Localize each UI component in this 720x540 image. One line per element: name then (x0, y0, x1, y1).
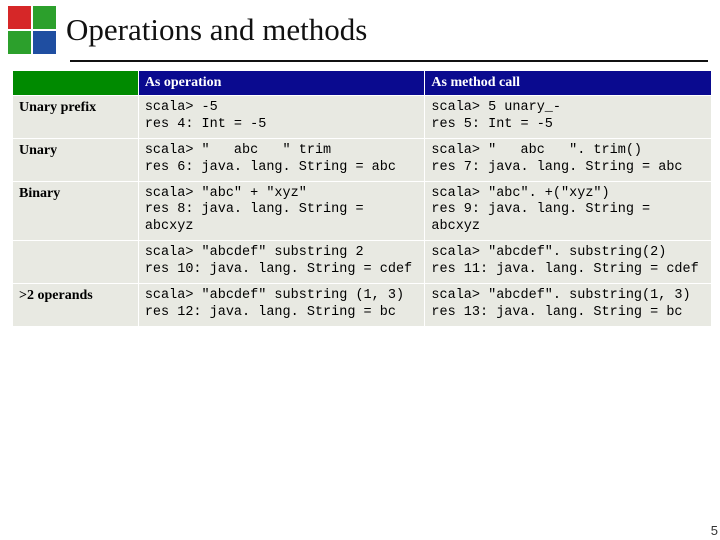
table-row: Binary scala> "abc" + "xyz" res 8: java.… (13, 181, 712, 241)
cell-operation: scala> "abcdef" substring (1, 3) res 12:… (138, 283, 425, 326)
row-label: Unary prefix (13, 96, 139, 139)
logo-square-tr (33, 6, 56, 29)
row-label (13, 241, 139, 284)
table-header-operation: As operation (138, 71, 425, 96)
cell-operation: scala> "abcdef" substring 2 res 10: java… (138, 241, 425, 284)
cell-operation: scala> "abc" + "xyz" res 8: java. lang. … (138, 181, 425, 241)
code-snippet: scala> "abcdef". substring(2) res 11: ja… (431, 245, 705, 279)
code-snippet: scala> "abc". +("xyz") res 9: java. lang… (431, 186, 705, 237)
logo-square-bl (8, 31, 31, 54)
slide-logo-icon (8, 6, 56, 54)
cell-method: scala> 5 unary_- res 5: Int = -5 (425, 96, 712, 139)
row-label: >2 operands (13, 283, 139, 326)
page-title: Operations and methods (66, 12, 367, 48)
logo-square-tl (8, 6, 31, 29)
page-number: 5 (711, 523, 718, 538)
table-header-row: As operation As method call (13, 71, 712, 96)
code-snippet: scala> "abcdef" substring (1, 3) res 12:… (145, 288, 419, 322)
code-snippet: scala> "abcdef". substring(1, 3) res 13:… (431, 288, 705, 322)
cell-method: scala> "abcdef". substring(1, 3) res 13:… (425, 283, 712, 326)
table-row: scala> "abcdef" substring 2 res 10: java… (13, 241, 712, 284)
title-row: Operations and methods (0, 0, 720, 60)
code-snippet: scala> " abc " trim res 6: java. lang. S… (145, 143, 419, 177)
table-header-corner (13, 71, 139, 96)
table-row: >2 operands scala> "abcdef" substring (1… (13, 283, 712, 326)
code-snippet: scala> "abcdef" substring 2 res 10: java… (145, 245, 419, 279)
table-row: Unary prefix scala> -5 res 4: Int = -5 s… (13, 96, 712, 139)
cell-method: scala> "abcdef". substring(2) res 11: ja… (425, 241, 712, 284)
cell-operation: scala> " abc " trim res 6: java. lang. S… (138, 138, 425, 181)
code-snippet: scala> " abc ". trim() res 7: java. lang… (431, 143, 705, 177)
code-snippet: scala> 5 unary_- res 5: Int = -5 (431, 100, 705, 134)
table-header-method: As method call (425, 71, 712, 96)
cell-operation: scala> -5 res 4: Int = -5 (138, 96, 425, 139)
row-label: Binary (13, 181, 139, 241)
cell-method: scala> "abc". +("xyz") res 9: java. lang… (425, 181, 712, 241)
code-snippet: scala> -5 res 4: Int = -5 (145, 100, 419, 134)
logo-square-br (33, 31, 56, 54)
title-divider (70, 60, 708, 62)
cell-method: scala> " abc ". trim() res 7: java. lang… (425, 138, 712, 181)
row-label: Unary (13, 138, 139, 181)
table-row: Unary scala> " abc " trim res 6: java. l… (13, 138, 712, 181)
comparison-table: As operation As method call Unary prefix… (12, 70, 712, 327)
code-snippet: scala> "abc" + "xyz" res 8: java. lang. … (145, 186, 419, 237)
